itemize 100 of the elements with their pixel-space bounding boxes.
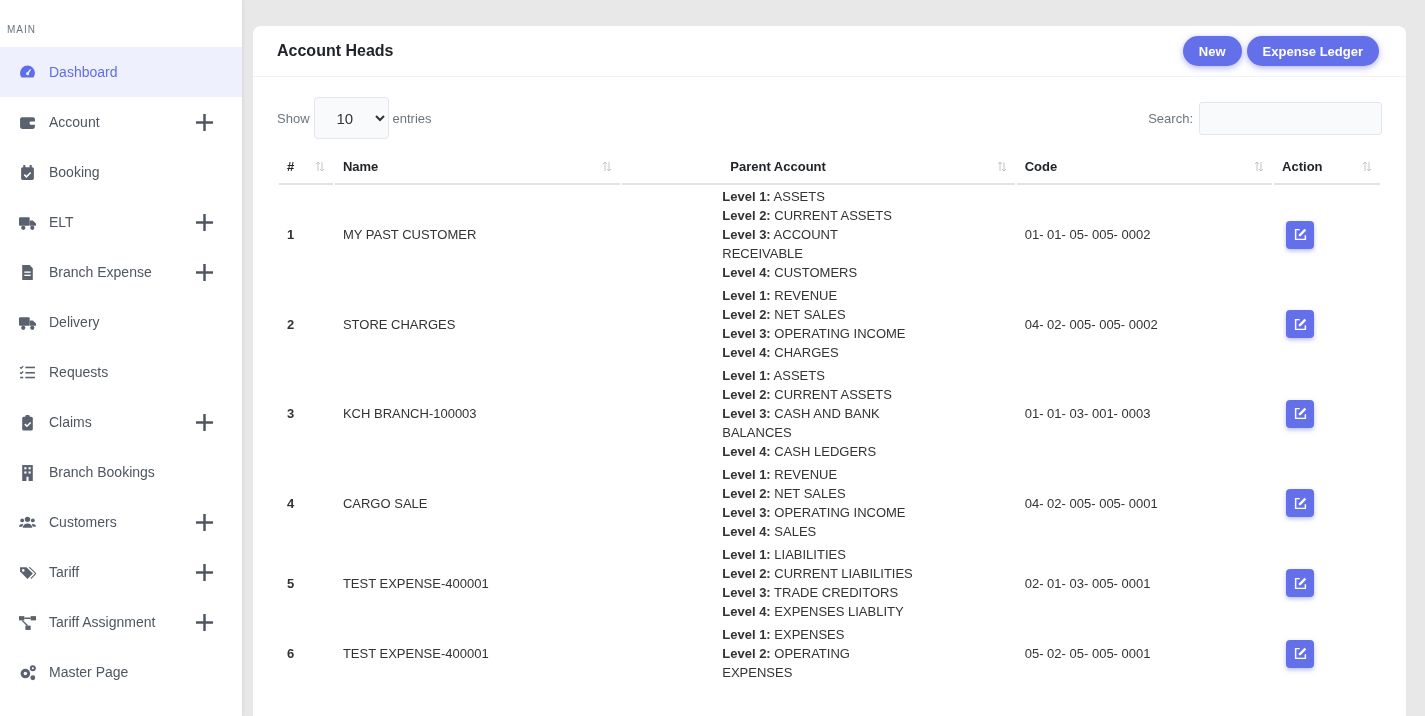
parent-level: Level 3: OPERATING INCOME	[722, 325, 907, 343]
plus-icon[interactable]	[196, 513, 213, 531]
parent-level: Level 1: LIABILITIES	[722, 546, 847, 564]
plus-icon[interactable]	[196, 263, 213, 281]
document-icon	[19, 263, 36, 281]
sidebar-item[interactable]: Branch Expense	[0, 247, 242, 297]
edit-button[interactable]	[1286, 569, 1315, 597]
table-cell-text: 4	[286, 494, 296, 513]
sidebar-label: Customers	[49, 514, 118, 530]
sidebar-label: Master Page	[49, 664, 130, 680]
search-field[interactable]	[1199, 101, 1382, 135]
table-cell-text: 04- 02- 005- 005- 0001	[1023, 494, 1159, 513]
edit-icon	[1293, 228, 1307, 241]
header-button[interactable]: Expense Ledger	[1246, 36, 1379, 66]
edit-icon	[1293, 576, 1307, 590]
parent-level: Level 2: OPERATING EXPENSES	[722, 645, 851, 682]
checklist-icon	[19, 363, 36, 381]
parent-level: Level 3: TRADE CREDITORS	[722, 584, 900, 602]
sidebar-label: Branch Expense	[49, 264, 153, 280]
show-label: Show	[277, 110, 310, 126]
plus-icon[interactable]	[196, 113, 213, 131]
sidebar-item[interactable]: Account	[0, 97, 242, 147]
parent-level: Level 2: NET SALES	[722, 306, 847, 324]
column-header[interactable]: Action	[1282, 158, 1323, 174]
sidebar-item[interactable]: Branch Bookings	[0, 447, 242, 497]
column-header[interactable]: #	[287, 158, 295, 174]
sidebar-item[interactable]: ELT	[0, 197, 242, 247]
table-cell-text: 05- 02- 05- 005- 0001	[1023, 645, 1152, 663]
edit-icon	[1293, 407, 1307, 420]
sidebar-item[interactable]: Tariff Assignment	[0, 597, 242, 647]
parent-level: Level 4: SALES	[722, 523, 818, 541]
table-cell-text: 1	[286, 226, 296, 244]
sidebar-item[interactable]: Customers	[0, 497, 242, 547]
sidebar-item[interactable]: Master Page	[0, 647, 242, 697]
parent-level: Level 2: CURRENT ASSETS	[722, 207, 893, 225]
sidebar-label: ELT	[49, 214, 75, 230]
edit-button[interactable]	[1286, 399, 1315, 428]
edit-icon	[1293, 496, 1307, 510]
column-header[interactable]: Code	[1024, 158, 1058, 174]
table-cell-text: 04- 02- 005- 005- 0002	[1023, 315, 1159, 334]
table-cell-text: TEST EXPENSE-400001	[341, 574, 490, 593]
table-cell-text: CARGO SALE	[341, 494, 429, 513]
sidebar-label: Tariff	[49, 564, 81, 580]
sidebar-label: Tariff Assignment	[49, 614, 157, 630]
edit-button[interactable]	[1286, 220, 1315, 249]
parent-level: Level 1: EXPENSES	[722, 626, 846, 644]
parent-level: Level 3: ACCOUNT RECEIVABLE	[722, 226, 839, 263]
parent-level: Level 1: ASSETS	[722, 367, 826, 385]
edit-button[interactable]	[1286, 639, 1315, 668]
calendar-icon	[19, 163, 36, 181]
sidebar-label: Booking	[49, 164, 101, 180]
entries-select[interactable]: 10	[313, 97, 389, 139]
edit-icon	[1293, 317, 1307, 331]
sidebar-label: Branch Bookings	[49, 464, 156, 480]
plus-icon[interactable]	[196, 563, 213, 581]
sidebar-label: Delivery	[49, 314, 101, 330]
gears-icon	[19, 663, 36, 681]
sidebar-item[interactable]: Tariff	[0, 547, 242, 597]
sidebar-label: Claims	[49, 414, 93, 430]
column-header[interactable]: Name	[342, 158, 379, 174]
table-cell-text: STORE CHARGES	[341, 315, 457, 334]
parent-level: Level 4: CASH LEDGERS	[722, 443, 878, 461]
parent-level: Level 4: CUSTOMERS	[722, 264, 859, 282]
table-cell-text: 01- 01- 03- 001- 0003	[1023, 405, 1152, 423]
parent-level: Level 3: OPERATING INCOME	[722, 504, 907, 522]
parent-level: Level 4: CHARGES	[722, 344, 840, 362]
plus-icon[interactable]	[196, 413, 213, 431]
table-cell-text: 3	[286, 405, 296, 423]
table-cell-text: MY PAST CUSTOMER	[341, 226, 478, 244]
section-heading: MAIN	[6, 23, 37, 37]
table-cell-text: 2	[286, 315, 296, 334]
header-button[interactable]: New	[1182, 36, 1242, 66]
plus-icon[interactable]	[196, 613, 213, 631]
search-label: Search:	[1148, 110, 1193, 126]
sidebar-item[interactable]: Dashboard	[0, 47, 242, 97]
table-cell-text: 01- 01- 05- 005- 0002	[1023, 226, 1152, 244]
sidebar-label: Account	[49, 114, 101, 130]
edit-icon	[1293, 647, 1307, 660]
sidebar-item[interactable]: Booking	[0, 147, 242, 197]
plus-icon[interactable]	[196, 213, 213, 231]
parent-level: Level 1: REVENUE	[722, 287, 839, 305]
column-header[interactable]: Parent Account	[630, 156, 826, 176]
parent-level: Level 3: CASH AND BANK BALANCES	[722, 405, 881, 442]
table-cell-text: 6	[286, 645, 296, 663]
table-cell-text: 02- 01- 03- 005- 0001	[1023, 574, 1152, 593]
sidebar-item[interactable]: Claims	[0, 397, 242, 447]
sidebar-item[interactable]: Requests	[0, 347, 242, 397]
parent-level: Level 2: CURRENT LIABILITIES	[722, 565, 914, 583]
entries-label: entries	[392, 110, 432, 126]
sidebar-item[interactable]: Delivery	[0, 297, 242, 347]
parent-level: Level 2: NET SALES	[722, 485, 847, 503]
table-cell-text: 5	[286, 574, 296, 593]
sidebar-label: Requests	[49, 364, 110, 380]
edit-button[interactable]	[1286, 310, 1315, 338]
card-title: Account Heads	[277, 42, 394, 60]
parent-level: Level 2: CURRENT ASSETS	[722, 386, 893, 404]
edit-button[interactable]	[1286, 489, 1315, 517]
table-cell-text: KCH BRANCH-100003	[341, 405, 478, 423]
parent-level: Level 1: REVENUE	[722, 466, 839, 484]
sidebar-label: Dashboard	[49, 64, 119, 80]
